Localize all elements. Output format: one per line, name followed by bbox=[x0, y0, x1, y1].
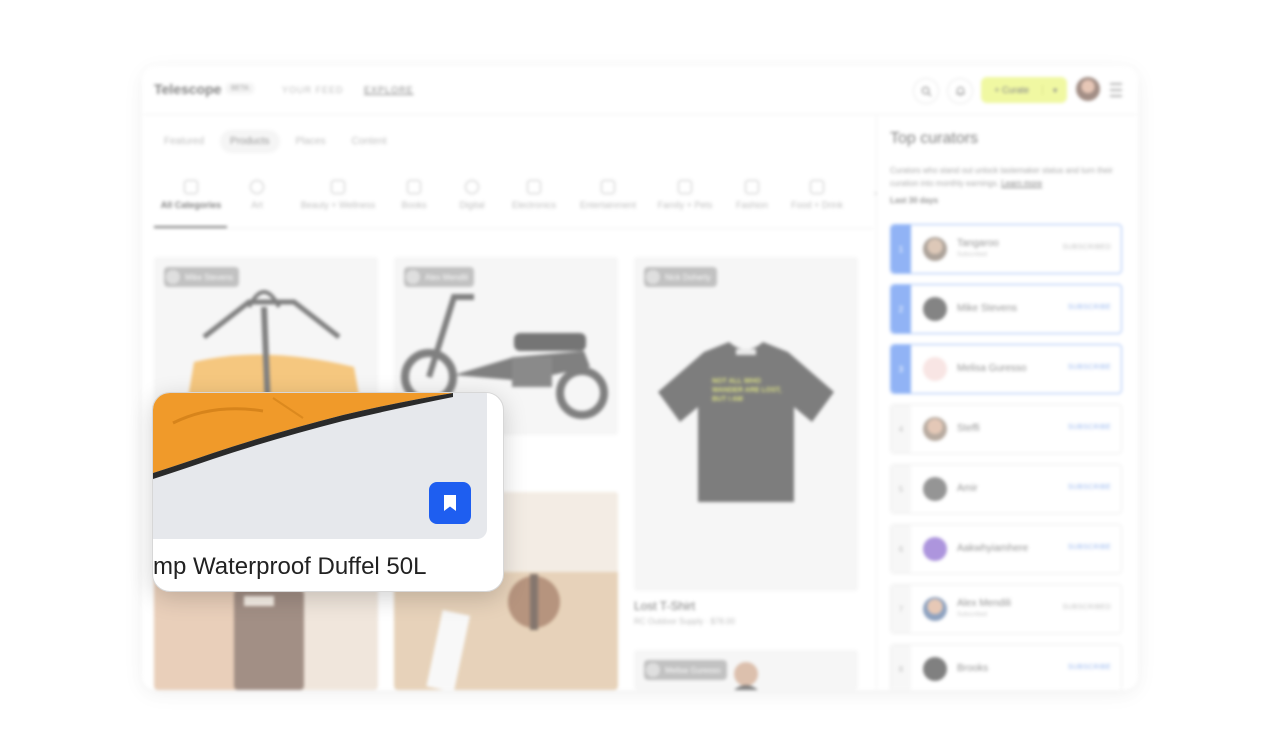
curator-row[interactable]: 2 Mike Stevens SUBSCRIBE bbox=[890, 284, 1122, 334]
avatar bbox=[406, 270, 420, 284]
bottle-icon bbox=[331, 180, 345, 194]
subscribe-button[interactable]: SUBSCRIBE bbox=[1068, 664, 1111, 671]
curate-dropdown[interactable]: ▾ bbox=[1043, 86, 1067, 95]
logo[interactable]: Telescope bbox=[154, 81, 221, 97]
zoomed-product-card[interactable]: mp Waterproof Duffel 50L bbox=[152, 392, 504, 592]
avatar bbox=[923, 597, 947, 621]
avatar bbox=[923, 237, 947, 261]
curator-row[interactable]: 7 Alex Mendili Subscribed SUBSCRIBED bbox=[890, 584, 1122, 634]
product-card[interactable]: Melisa Guresso bbox=[634, 650, 858, 690]
cloud-icon bbox=[465, 180, 479, 194]
top-curators-panel: Top curators Curators who stand out unlo… bbox=[890, 114, 1126, 690]
curator-row[interactable]: 6 Aakwhyiamhere SUBSCRIBE bbox=[890, 524, 1122, 574]
chevron-right-icon[interactable]: › bbox=[874, 188, 877, 199]
category-fashion[interactable]: Fashion bbox=[732, 180, 772, 210]
glass-icon bbox=[810, 180, 824, 194]
category-digital[interactable]: Digital bbox=[454, 180, 490, 210]
subscribe-button[interactable]: SUBSCRIBED bbox=[1062, 244, 1111, 251]
curator-row[interactable]: 3 Melisa Guresso SUBSCRIBE bbox=[890, 344, 1122, 394]
product-card[interactable]: NOT ALL WHO WANDER ARE LOST, BUT I AM Ni… bbox=[634, 257, 858, 591]
subscribe-button[interactable]: SUBSCRIBE bbox=[1068, 424, 1111, 431]
top-bar: Telescope BETA YOUR FEED EXPLORE + Curat… bbox=[142, 66, 1138, 115]
curator-chip[interactable]: Melisa Guresso bbox=[644, 660, 727, 680]
category-art[interactable]: Art bbox=[240, 180, 274, 210]
avatar bbox=[923, 297, 947, 321]
curator-row[interactable]: 4 Steffi SUBSCRIBE bbox=[890, 404, 1122, 454]
beta-badge: BETA bbox=[226, 83, 254, 94]
palette-icon bbox=[250, 180, 264, 194]
user-avatar[interactable] bbox=[1076, 77, 1100, 101]
tshirt-image bbox=[658, 342, 834, 502]
subscribe-button[interactable]: SUBSCRIBE bbox=[1068, 484, 1111, 491]
tab-products[interactable]: Products bbox=[220, 130, 280, 153]
avatar bbox=[646, 663, 660, 677]
subscribe-button[interactable]: SUBSCRIBE bbox=[1068, 304, 1111, 311]
curator-row[interactable]: 5 Amir SUBSCRIBE bbox=[890, 464, 1122, 514]
curator-chip[interactable]: Nick Doherty bbox=[644, 267, 717, 287]
curate-label[interactable]: + Curate bbox=[981, 85, 1044, 95]
category-electronics[interactable]: Electronics bbox=[508, 180, 560, 210]
book-icon bbox=[407, 180, 421, 194]
shirt-icon bbox=[745, 180, 759, 194]
active-category-underline bbox=[154, 226, 227, 228]
product-card[interactable] bbox=[154, 576, 378, 690]
notifications-button[interactable] bbox=[947, 78, 973, 104]
avatar bbox=[923, 477, 947, 501]
menu-icon[interactable] bbox=[1110, 83, 1122, 97]
bell-icon bbox=[955, 86, 965, 97]
subscribe-button[interactable]: SUBSCRIBED bbox=[1062, 604, 1111, 611]
category-family-pets[interactable]: Family + Pets bbox=[654, 180, 716, 210]
cake-icon bbox=[601, 180, 615, 194]
category-all[interactable]: All Categories bbox=[158, 180, 224, 210]
category-food-drink[interactable]: Food + Drink bbox=[786, 180, 848, 210]
avatar bbox=[923, 357, 947, 381]
period-label: Last 30 days bbox=[890, 196, 939, 205]
category-bar: All Categories Art Beauty + Wellness Boo… bbox=[154, 180, 877, 229]
panel-description: Curators who stand out unlock tastemaker… bbox=[890, 166, 1113, 188]
category-books[interactable]: Books bbox=[398, 180, 430, 210]
avatar bbox=[923, 537, 947, 561]
nav-your-feed[interactable]: YOUR FEED bbox=[282, 85, 344, 95]
tshirt-print: NOT ALL WHO WANDER ARE LOST, BUT I AM bbox=[712, 378, 782, 403]
umbrella-icon bbox=[678, 180, 692, 194]
search-icon bbox=[921, 86, 932, 97]
subscribe-button[interactable]: SUBSCRIBE bbox=[1068, 544, 1111, 551]
panel-title: Top curators bbox=[890, 130, 979, 147]
curator-chip[interactable]: Mike Stevens bbox=[164, 267, 240, 287]
tab-featured[interactable]: Featured bbox=[154, 130, 214, 153]
category-beauty[interactable]: Beauty + Wellness bbox=[296, 180, 380, 210]
search-button[interactable] bbox=[913, 78, 939, 104]
product-subtitle: RC Outdoor Supply · $78.00 bbox=[634, 617, 735, 626]
avatar bbox=[923, 657, 947, 681]
wallet-image bbox=[154, 576, 304, 690]
curator-row[interactable]: 8 Brooks SUBSCRIBE bbox=[890, 644, 1122, 690]
avatar bbox=[646, 270, 660, 284]
tab-content[interactable]: Content bbox=[342, 130, 397, 153]
curator-chip[interactable]: Alex Mendili bbox=[404, 267, 475, 287]
monitor-icon bbox=[527, 180, 541, 194]
save-button[interactable] bbox=[429, 482, 471, 524]
curator-row[interactable]: 1 Tangaroo Subscribed SUBSCRIBED bbox=[890, 224, 1122, 274]
product-title[interactable]: Lost T-Shirt bbox=[634, 599, 695, 613]
avatar bbox=[923, 417, 947, 441]
nav-explore[interactable]: EXPLORE bbox=[364, 85, 414, 95]
calendar-icon bbox=[184, 180, 198, 194]
tab-places[interactable]: Places bbox=[286, 130, 336, 153]
category-entertainment[interactable]: Entertainment bbox=[574, 180, 642, 210]
learn-more-link[interactable]: Learn more bbox=[1001, 179, 1042, 188]
app-window: Telescope BETA YOUR FEED EXPLORE + Curat… bbox=[142, 66, 1138, 690]
product-title[interactable]: mp Waterproof Duffel 50L bbox=[153, 553, 503, 581]
avatar bbox=[166, 270, 180, 284]
bookmark-icon bbox=[444, 495, 456, 511]
curate-button[interactable]: + Curate ▾ bbox=[981, 77, 1067, 103]
tab-bar: Featured Products Places Content bbox=[154, 130, 397, 153]
subscribe-button[interactable]: SUBSCRIBE bbox=[1068, 364, 1111, 371]
